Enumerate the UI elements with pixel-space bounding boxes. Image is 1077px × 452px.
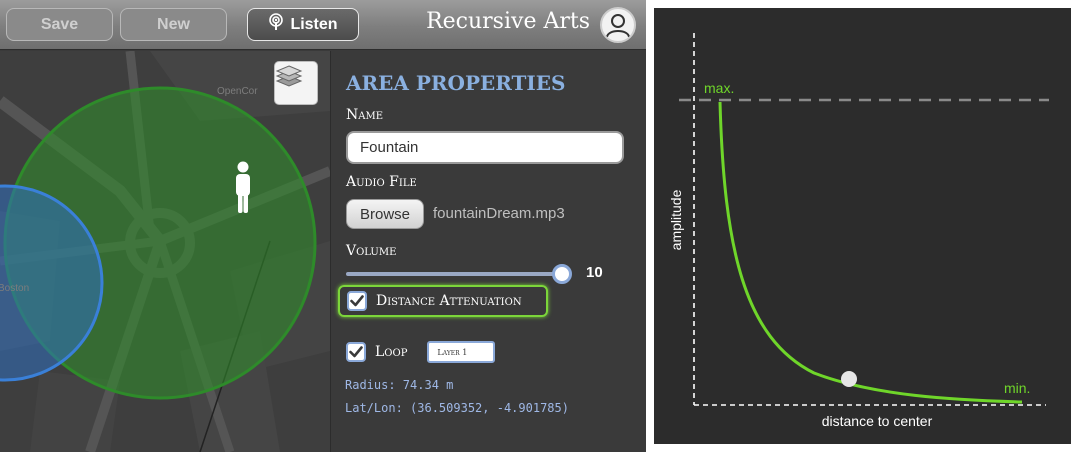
layer-select-value: Layer 1 [437,347,468,357]
layer-select[interactable]: Layer 1 [427,341,496,363]
name-input[interactable]: Fountain [346,131,624,164]
loop-label: Loop [375,344,408,360]
avatar[interactable] [600,7,636,43]
person-icon[interactable] [233,161,253,215]
loop-checkbox[interactable] [346,342,366,362]
latlon-readout: Lat/Lon: (36.509352, -4.901785) [345,401,569,415]
audio-file-label: Audio File [346,174,417,190]
attenuation-diagram-canvas: max. min. distance to center amplitude [668,33,1049,429]
distance-attenuation-row[interactable]: Distance Attenuation [338,285,548,317]
x-axis-label: distance to center [822,413,933,429]
map-view[interactable]: OpenCor Boston [0,51,330,452]
name-label: Name [346,107,384,123]
volume-slider-track[interactable] [346,272,562,276]
listener-position-marker[interactable] [841,371,857,387]
panel-heading: AREA PROPERTIES [346,71,566,95]
new-button[interactable]: New [120,8,227,41]
save-button[interactable]: Save [6,8,113,41]
layers-icon [275,65,303,87]
app-window: Save New Listen Recursive Arts OpenCor B… [0,0,646,452]
attenuation-curve [718,101,1023,404]
listen-button-label: Listen [290,15,338,33]
browse-button-label: Browse [359,205,411,223]
y-axis-label: amplitude [668,189,684,250]
top-toolbar: Save New Listen Recursive Arts [0,0,646,50]
browse-button[interactable]: Browse [346,199,424,229]
volume-value: 10 [586,264,603,281]
map-canvas [0,51,330,452]
attenuation-diagram: max. min. distance to center amplitude [654,8,1071,444]
checkmark-icon [349,346,363,358]
checkmark-icon [350,295,364,307]
loop-row: Loop Layer 1 [346,339,496,365]
max-label: max. [704,80,734,96]
save-button-label: Save [40,15,79,33]
distance-attenuation-label: Distance Attenuation [376,293,522,309]
area-properties-panel: AREA PROPERTIES Name Fountain Audio File… [330,51,646,452]
volume-label: Volume [346,243,397,259]
layers-button[interactable] [274,61,318,105]
audio-file-name: fountainDream.mp3 [433,205,565,222]
map-label-boston: Boston [0,283,30,294]
listen-icon [268,13,284,36]
brand-title: Recursive Arts [426,9,590,34]
map-label-opencor: OpenCor [217,86,258,97]
radius-readout: Radius: 74.34 m [345,378,454,392]
volume-slider-handle[interactable] [552,264,572,284]
listen-button[interactable]: Listen [247,8,359,41]
distance-attenuation-checkbox[interactable] [347,291,367,311]
new-button-label: New [157,15,190,33]
name-input-value: Fountain [360,139,419,156]
min-label: min. [1004,380,1030,396]
user-icon [606,14,630,38]
